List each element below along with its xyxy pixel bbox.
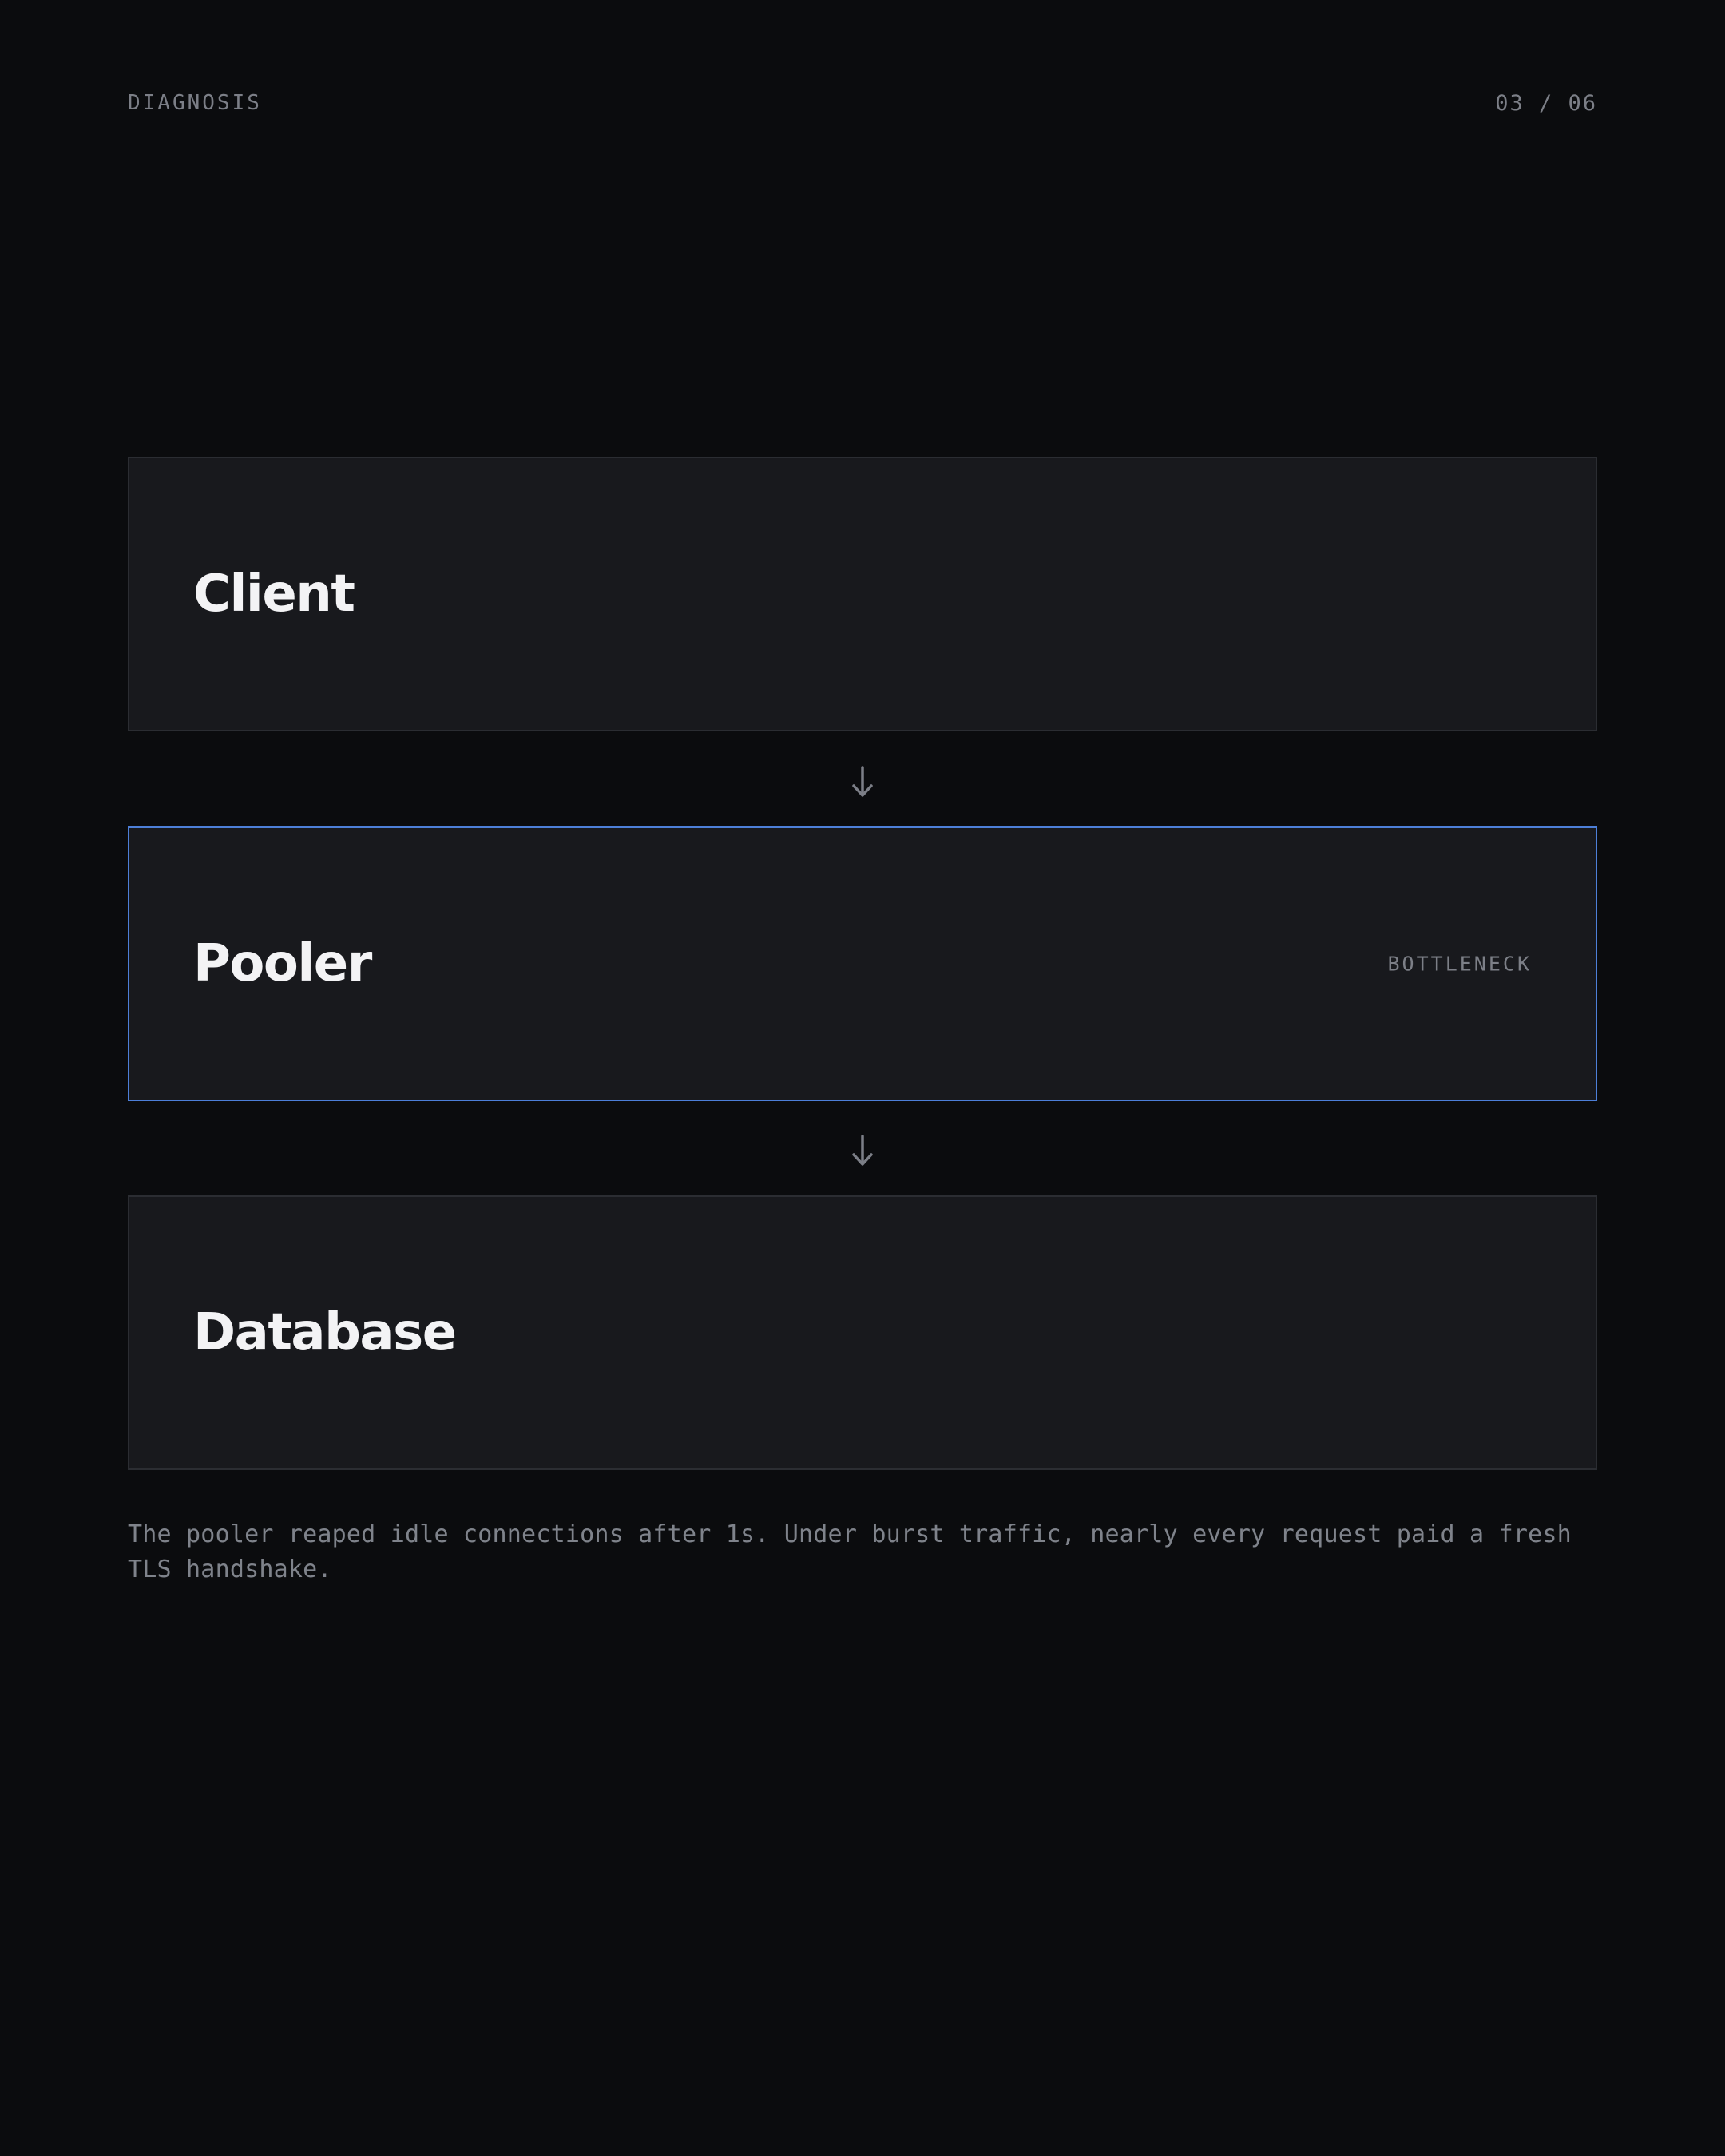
stage-title: Database [193, 1303, 457, 1362]
stage-pooler: Pooler BOTTLENECK [128, 826, 1597, 1101]
stage-database: Database [128, 1195, 1597, 1470]
page-counter: 03 / 06 [1495, 91, 1597, 116]
stage-client: Client [128, 457, 1597, 731]
stage-title: Client [193, 565, 355, 624]
section-label: DIAGNOSIS [128, 91, 262, 115]
arrow-down-icon [852, 1135, 873, 1166]
stage-title: Pooler [193, 934, 372, 993]
arrow-down-icon [852, 766, 873, 797]
diagnosis-caption: The pooler reaped idle connections after… [128, 1520, 1572, 1583]
bottleneck-badge: BOTTLENECK [1387, 952, 1532, 976]
